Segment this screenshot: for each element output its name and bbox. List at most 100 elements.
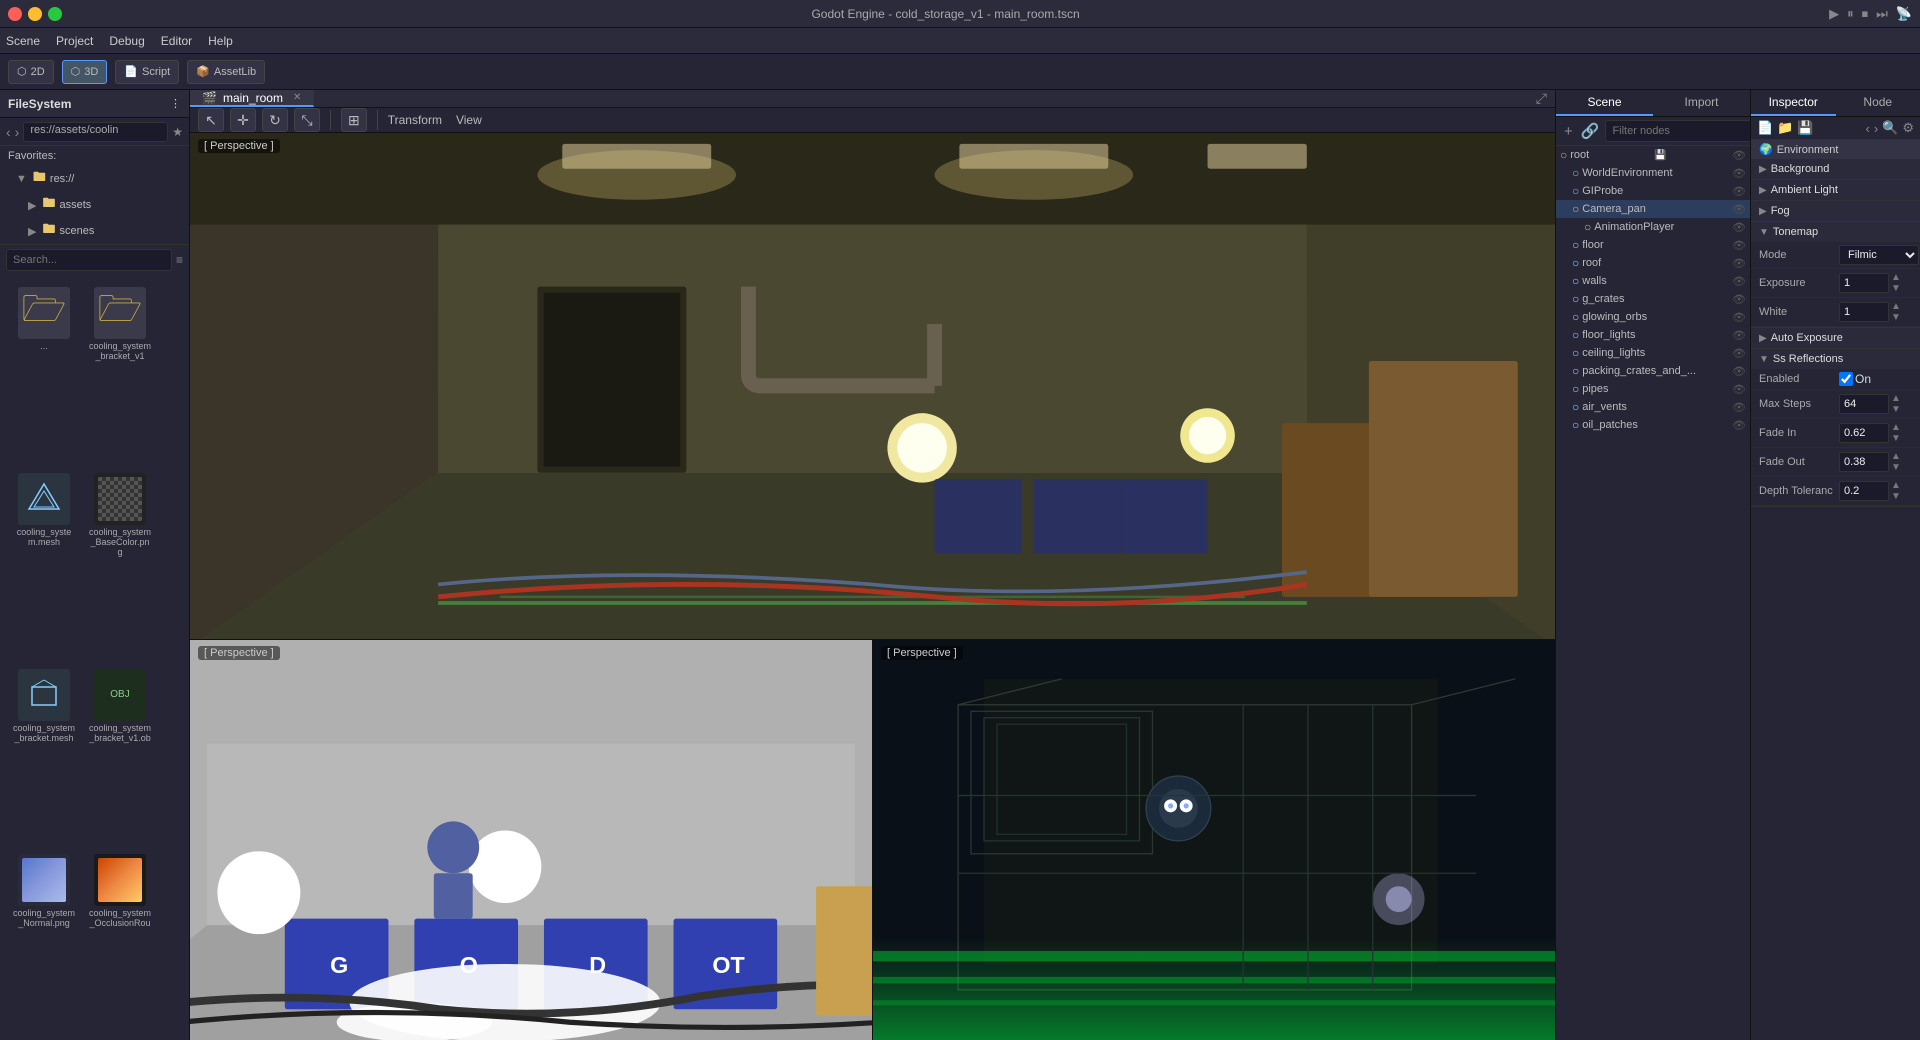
fs-item-normal[interactable]: cooling_system_Normal.png [8,850,80,1032]
viewport-bottom-left[interactable]: [ Perspective ] [190,640,873,1040]
fs-item-obj[interactable]: OBJ cooling_system_bracket_v1.ob [84,665,156,847]
win-btn-remote[interactable]: 📡 [1896,6,1912,22]
node-visibility-btn[interactable]: 👁 [1732,383,1746,396]
depthtol-input[interactable] [1839,481,1889,501]
spin-up[interactable]: ▲ [1891,272,1901,283]
nav-back-button[interactable]: ‹ [6,124,11,140]
node-gcrates[interactable]: ○ g_crates 👁 [1556,290,1750,308]
transform-label[interactable]: Transform [388,113,442,127]
snap-button[interactable]: ⊞ [341,108,367,132]
node-visibility-btn[interactable]: 👁 [1732,167,1746,180]
spin-up[interactable]: ▲ [1891,422,1901,433]
fs-item-bracket-v1[interactable]: 🗁 cooling_system_bracket_v1 [84,283,156,465]
mode-3d-button[interactable]: ⬡ 3D [62,60,108,84]
insp-tab-inspector[interactable]: Inspector [1751,90,1836,116]
fadeout-input[interactable] [1839,452,1889,472]
spin-up[interactable]: ▲ [1891,301,1901,312]
node-pipes[interactable]: ○ pipes 👁 [1556,380,1750,398]
enabled-checkbox[interactable] [1839,372,1853,386]
node-visibility-btn[interactable]: 👁 [1732,401,1746,414]
node-worldenv[interactable]: ○ WorldEnvironment 👁 [1556,164,1750,182]
win-btn-pause[interactable]: ⏸ [1847,6,1854,22]
menu-help[interactable]: Help [208,34,233,48]
insp-save-icon[interactable]: 💾 [1797,120,1813,136]
view-label[interactable]: View [456,113,482,127]
fs-item-mesh2[interactable]: cooling_system_bracket.mesh [8,665,80,847]
fadein-spin-btns[interactable]: ▲ ▼ [1891,422,1901,444]
autoexposure-section-header[interactable]: ▶ Auto Exposure [1751,328,1920,348]
fs-item-texture1[interactable]: cooling_system_BaseColor.png [84,469,156,661]
assetlib-button[interactable]: 📦 AssetLib [187,60,265,84]
nav-forward-button[interactable]: › [15,124,20,140]
insp-tab-node[interactable]: Node [1836,90,1920,116]
insp-prev-button[interactable]: ‹ [1865,121,1869,136]
white-input[interactable] [1839,302,1889,322]
insp-search-icon[interactable]: 🔍 [1882,120,1898,136]
fs-list-toggle[interactable]: ≡ [176,253,183,267]
node-visibility-btn[interactable]: 👁 [1732,365,1746,378]
node-ceiling-lights[interactable]: ○ ceiling_lights 👁 [1556,344,1750,362]
tree-item-res[interactable]: ▼ 🖿 res:// [0,166,189,192]
fs-item-occlusion[interactable]: cooling_system_OcclusionRou [84,850,156,1032]
close-button[interactable] [8,7,22,21]
node-visibility-btn[interactable]: 👁 [1732,419,1746,432]
win-btn-step[interactable]: ⏭ [1876,6,1888,22]
node-roof[interactable]: ○ roof 👁 [1556,254,1750,272]
node-visibility-btn[interactable]: 👁 [1732,257,1746,270]
link-node-button[interactable]: 🔗 [1579,120,1602,142]
script-button[interactable]: 📄 Script [115,60,179,84]
spin-down[interactable]: ▼ [1891,283,1901,294]
filesystem-search-input[interactable] [6,249,172,271]
ssreflections-section-header[interactable]: ▼ Ss Reflections [1751,349,1920,369]
white-spin-btns[interactable]: ▲ ▼ [1891,301,1901,323]
tonemap-mode-select[interactable]: Filmic [1839,245,1919,265]
node-visibility-btn[interactable]: 👁 [1732,275,1746,288]
add-node-button[interactable]: + [1562,121,1575,142]
menu-debug[interactable]: Debug [109,34,144,48]
spin-down[interactable]: ▼ [1891,462,1901,473]
minimize-button[interactable] [28,7,42,21]
scale-tool-button[interactable]: ⤡ [294,108,320,132]
fadein-input[interactable] [1839,423,1889,443]
scene-tab-import[interactable]: Import [1653,90,1750,116]
ambient-section-header[interactable]: ▶ Ambient Light [1751,180,1920,200]
tab-main-room[interactable]: 🎬 main_room ✕ [190,90,314,107]
spin-down[interactable]: ▼ [1891,404,1901,415]
menu-project[interactable]: Project [56,34,93,48]
spin-up[interactable]: ▲ [1891,480,1901,491]
node-visibility-btn[interactable]: 👁 [1732,221,1746,234]
node-anim-player[interactable]: ○ AnimationPlayer 👁 [1556,218,1750,236]
node-visibility-btn[interactable]: 👁 [1732,293,1746,306]
nav-star-button[interactable]: ★ [172,125,183,139]
node-visibility-btn[interactable]: 👁 [1732,203,1746,216]
fadeout-spin-btns[interactable]: ▲ ▼ [1891,451,1901,473]
insp-env-icon[interactable]: ⚙ [1902,120,1914,136]
insp-folder-icon[interactable]: 📁 [1777,120,1793,136]
node-visibility-btn[interactable]: 👁 [1732,239,1746,252]
depthtol-spin-btns[interactable]: ▲ ▼ [1891,480,1901,502]
menu-editor[interactable]: Editor [161,34,192,48]
viewport-top[interactable]: [ Perspective ] [190,133,1555,640]
node-camera-pan[interactable]: ○ Camera_pan 👁 [1556,200,1750,218]
win-btn-play[interactable]: ▶ [1829,6,1839,22]
node-packing-crates[interactable]: ○ packing_crates_and_... 👁 [1556,362,1750,380]
scene-tab-scene[interactable]: Scene [1556,90,1653,116]
fog-section-header[interactable]: ▶ Fog [1751,201,1920,221]
tree-item-scenes[interactable]: ▶ 🖿 scenes [0,218,189,244]
fs-item-dotdot[interactable]: 🗁 ... [8,283,80,465]
filesystem-path[interactable]: res://assets/coolin [23,122,168,142]
node-visibility-btn[interactable]: 👁 [1732,329,1746,342]
spin-down[interactable]: ▼ [1891,433,1901,444]
exposure-input[interactable] [1839,273,1889,293]
win-btn-stop[interactable]: ⏹ [1862,6,1869,22]
viewport-bottom-right[interactable]: [ Perspective ] [873,640,1555,1040]
tree-item-assets[interactable]: ▶ 🖿 assets [0,192,189,218]
mode-2d-button[interactable]: ⬡ 2D [8,60,54,84]
node-visibility-btn[interactable]: 👁 [1732,149,1746,162]
node-floor-lights[interactable]: ○ floor_lights 👁 [1556,326,1750,344]
fullscreen-button[interactable]: ⤢ [1536,90,1547,107]
node-floor[interactable]: ○ floor 👁 [1556,236,1750,254]
spin-down[interactable]: ▼ [1891,312,1901,323]
window-controls[interactable] [8,7,62,21]
exposure-spin-btns[interactable]: ▲ ▼ [1891,272,1901,294]
